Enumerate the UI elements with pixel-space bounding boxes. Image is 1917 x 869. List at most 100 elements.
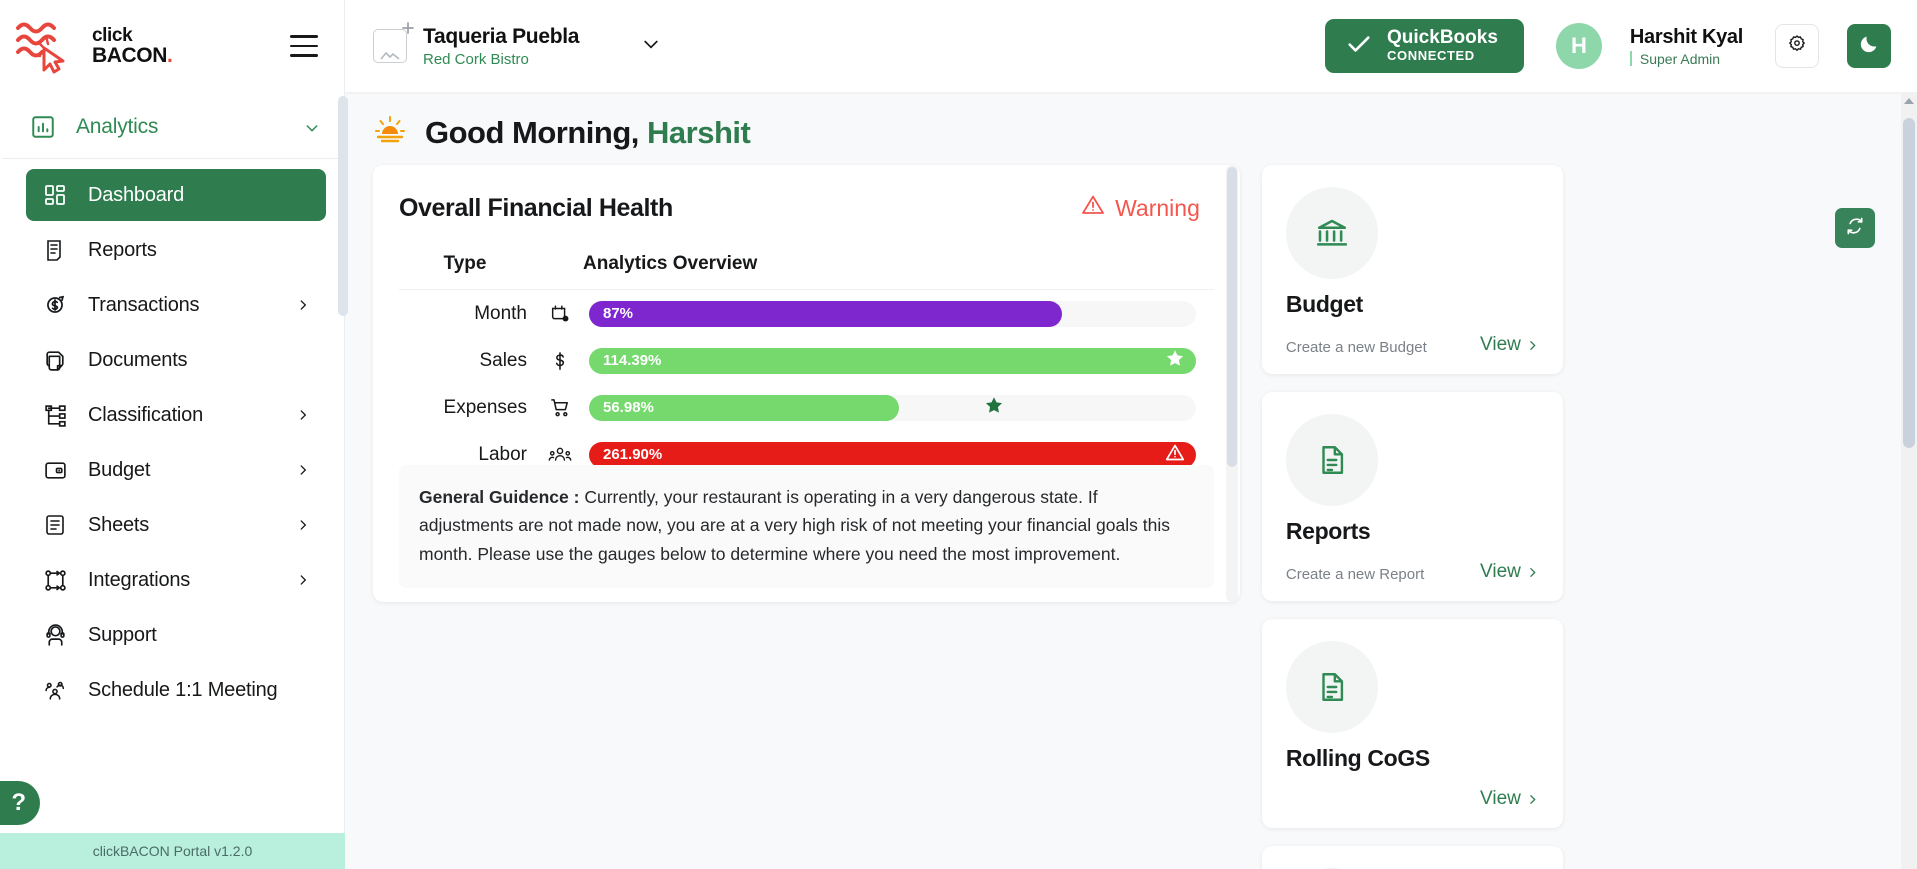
tile-view-label: View (1480, 334, 1521, 356)
sidebar-item-label: Reports (88, 239, 310, 262)
metrics-header-row: Type Analytics Overview (399, 253, 1214, 290)
user-block[interactable]: Harshit Kyal Super Admin (1630, 26, 1743, 67)
user-name: Harshit Kyal (1630, 26, 1743, 49)
chevron-right-icon[interactable] (296, 463, 310, 477)
sidebar-item-integrations[interactable]: Integrations (26, 554, 326, 606)
tile-rolling-cogs[interactable]: Rolling CoGS View (1262, 619, 1563, 828)
chevron-right-icon (1526, 566, 1539, 579)
metrics-col-type: Type (399, 253, 531, 275)
tile-budget[interactable]: Budget Create a new Budget View (1262, 165, 1563, 374)
chevron-right-icon (1526, 793, 1539, 806)
moon-icon (1858, 33, 1880, 60)
theme-toggle-button[interactable] (1847, 24, 1891, 68)
dollar-icon (531, 350, 589, 372)
sidebar-section-analytics[interactable]: Analytics (0, 100, 344, 154)
sidebar-nav: Analytics Dashboard (0, 92, 344, 869)
sidebar-scrollbar-thumb[interactable] (338, 96, 348, 316)
tile-view-link[interactable]: View (1480, 788, 1539, 810)
tile-view-link[interactable]: View (1480, 561, 1539, 583)
sidebar-item-sheets[interactable]: Sheets (26, 499, 326, 551)
tile-sales-comparison-report[interactable]: Sales Comparison Report - This MTD View (1262, 846, 1563, 869)
sidebar-item-label: Dashboard (88, 184, 310, 207)
metric-row-sales: Sales 114.39% (399, 337, 1214, 384)
page-scrollbar-thumb[interactable] (1903, 118, 1915, 448)
sidebar-item-label: Schedule 1:1 Meeting (88, 679, 310, 702)
metrics-col-overview: Analytics Overview (531, 253, 757, 275)
metric-bar: 114.39% (589, 348, 1196, 374)
chevron-down-icon[interactable] (304, 120, 318, 134)
gear-icon (1786, 33, 1808, 60)
sidebar-item-label: Integrations (88, 569, 278, 592)
user-role-row: Super Admin (1630, 51, 1743, 67)
sidebar-item-support[interactable]: Support (26, 609, 326, 661)
sidebar: click BACON. Analytics (0, 0, 345, 869)
org-switcher[interactable]: Taqueria Puebla Red Cork Bistro (373, 24, 661, 68)
top-bar: Taqueria Puebla Red Cork Bistro QuickBoo… (345, 0, 1917, 92)
sidebar-item-reports[interactable]: Reports (26, 224, 326, 276)
star-icon (983, 394, 1005, 421)
avatar[interactable]: H (1556, 23, 1602, 69)
user-role: Super Admin (1640, 51, 1720, 67)
brand-logo-group[interactable]: click BACON. (14, 18, 172, 74)
tile-view-label: View (1480, 561, 1521, 583)
sidebar-item-budget[interactable]: Budget (26, 444, 326, 496)
metric-value: 261.90% (589, 446, 662, 463)
settings-button[interactable] (1775, 24, 1819, 68)
menu-toggle-icon[interactable] (290, 35, 318, 57)
org-names: Taqueria Puebla Red Cork Bistro (423, 24, 579, 68)
financial-health-card: Overall Financial Health Warning (373, 165, 1240, 602)
chevron-right-icon[interactable] (296, 408, 310, 422)
chevron-right-icon[interactable] (296, 573, 310, 587)
sidebar-item-transactions[interactable]: Transactions (26, 279, 326, 331)
quick-action-tiles: Budget Create a new Budget View (1262, 165, 1875, 869)
sidebar-item-label: Documents (88, 349, 310, 372)
chevron-right-icon[interactable] (296, 298, 310, 312)
scroll-up-arrow-icon[interactable] (1904, 98, 1914, 104)
sidebar-section-label: Analytics (76, 115, 286, 139)
metric-label: Sales (399, 350, 531, 372)
refresh-icon (1845, 216, 1865, 241)
greeting-name: Harshit (647, 115, 750, 150)
quickbooks-status-button[interactable]: QuickBooks CONNECTED (1325, 19, 1524, 73)
documents-icon (40, 345, 70, 375)
metric-bar: 56.98% (589, 395, 899, 421)
meeting-icon (40, 675, 70, 705)
metric-bar: 261.90% (589, 442, 1196, 468)
sidebar-item-documents[interactable]: Documents (26, 334, 326, 386)
sidebar-footer: clickBACON Portal v1.2.0 (0, 833, 345, 869)
tile-view-link[interactable]: View (1480, 334, 1539, 356)
metric-row-expenses: Expenses 56.98% (399, 384, 1214, 431)
clickbacon-logo-icon (14, 18, 88, 74)
metric-bar: 87% (589, 301, 1062, 327)
sidebar-item-schedule-meeting[interactable]: Schedule 1:1 Meeting (26, 664, 326, 716)
brand-dot: . (167, 44, 172, 67)
sidebar-item-label: Sheets (88, 514, 278, 537)
role-divider (1630, 51, 1632, 66)
tile-title: Reports (1286, 518, 1539, 545)
card-scrollbar-track[interactable] (1226, 165, 1238, 602)
sidebar-item-label: Budget (88, 459, 278, 482)
tile-view-label: View (1480, 788, 1521, 810)
page-scrollbar-track[interactable] (1901, 92, 1917, 869)
tile-footer: Create a new Report View (1286, 561, 1539, 583)
metric-track: 114.39% (589, 348, 1196, 374)
bank-icon (1286, 187, 1378, 279)
quickbooks-status: CONNECTED (1387, 48, 1498, 65)
sidebar-item-dashboard[interactable]: Dashboard (26, 169, 326, 221)
tile-reports[interactable]: Reports Create a new Report View (1262, 392, 1563, 601)
sidebar-item-label: Transactions (88, 294, 278, 317)
chevron-right-icon (1526, 339, 1539, 352)
budget-icon (40, 455, 70, 485)
chevron-down-icon[interactable] (641, 34, 661, 59)
card-scrollbar-thumb[interactable] (1227, 167, 1237, 467)
refresh-button[interactable] (1835, 208, 1875, 248)
check-icon (1345, 30, 1373, 63)
financial-health-header: Overall Financial Health Warning (399, 193, 1214, 223)
page-title: Good Morning, Harshit (425, 115, 750, 151)
org-image-placeholder-icon (373, 29, 407, 63)
sidebar-item-classification[interactable]: Classification (26, 389, 326, 441)
tile-footer: View (1286, 788, 1539, 810)
quickbooks-labels: QuickBooks CONNECTED (1387, 28, 1498, 65)
metrics-table: Type Analytics Overview Month (399, 253, 1214, 478)
chevron-right-icon[interactable] (296, 518, 310, 532)
